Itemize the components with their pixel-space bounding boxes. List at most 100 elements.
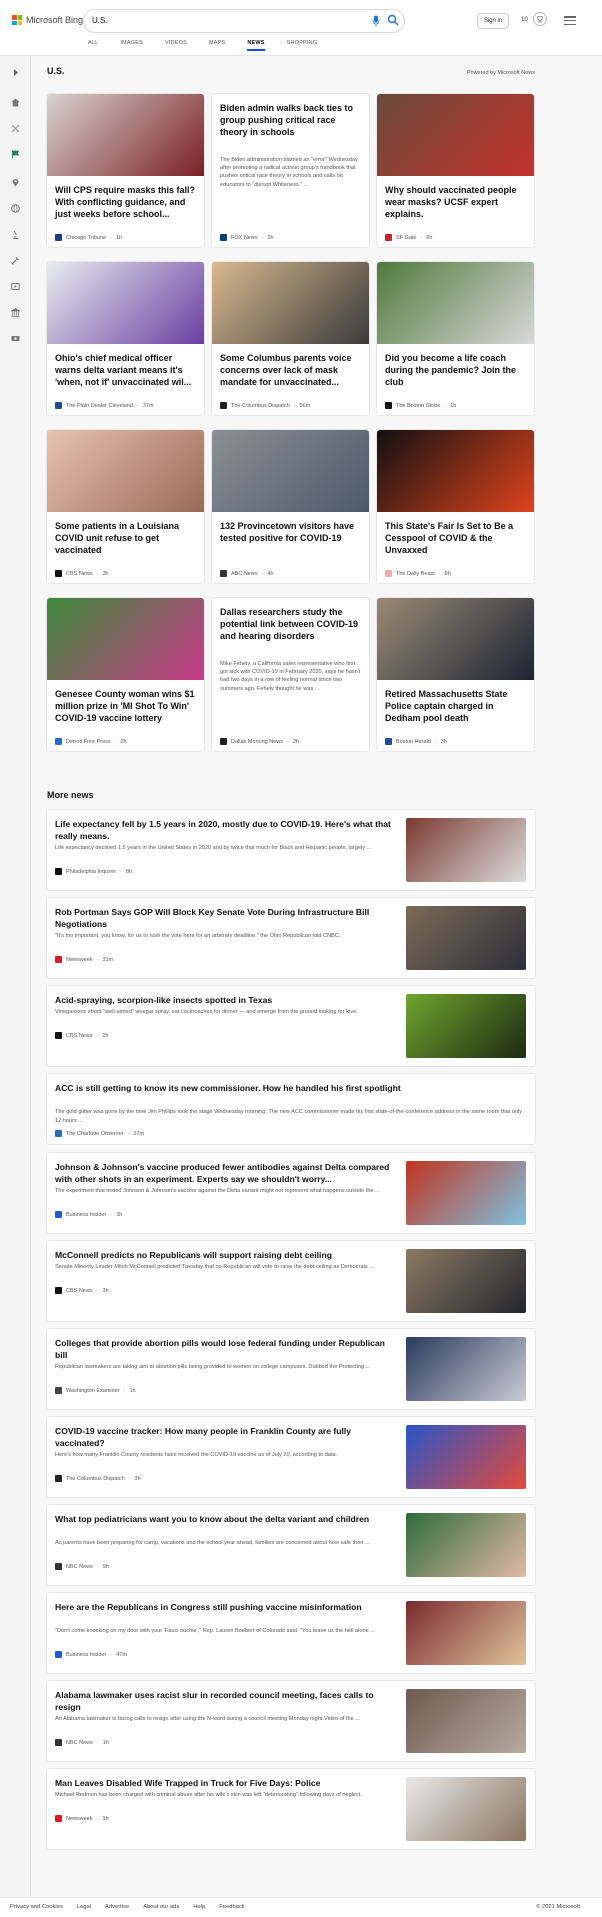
news-item-thumbnail[interactable] — [406, 1425, 526, 1489]
expand-chevron-icon[interactable] — [11, 68, 20, 77]
entertainment-icon[interactable] — [11, 282, 20, 291]
bing-logo[interactable]: Microsoft Bing — [12, 15, 83, 25]
globe-icon[interactable] — [11, 204, 20, 213]
source-name[interactable]: CBS News — [66, 1033, 93, 1039]
news-list-item[interactable]: COVID-19 vaccine tracker: How many peopl… — [47, 1417, 535, 1497]
news-list-item[interactable]: Man Leaves Disabled Wife Trapped in Truc… — [47, 1769, 535, 1849]
powered-by-label[interactable]: Powered by Microsoft News — [467, 70, 535, 76]
news-item-title[interactable]: ACC is still getting to know its new com… — [55, 1082, 525, 1094]
home-icon[interactable] — [11, 98, 20, 107]
footer-link-advertise[interactable]: Advertise — [105, 1904, 129, 1910]
news-list-item[interactable]: Colleges that provide abortion pills wou… — [47, 1329, 535, 1409]
tab-news[interactable]: NEWS — [247, 40, 265, 51]
news-card[interactable]: Did you become a life coach during the p… — [377, 262, 534, 415]
news-card-image[interactable] — [377, 262, 534, 344]
source-name[interactable]: The Boston Globe — [396, 403, 440, 409]
news-item-title[interactable]: Man Leaves Disabled Wife Trapped in Truc… — [55, 1777, 395, 1789]
tab-images[interactable]: IMAGES — [120, 40, 143, 46]
tab-maps[interactable]: MAPS — [209, 40, 225, 46]
source-name[interactable]: The Columbus Dispatch — [66, 1476, 125, 1482]
news-card-title[interactable]: This State's Fair Is Set to Be a Cesspoo… — [385, 520, 527, 556]
news-item-title[interactable]: What top pediatricians want you to know … — [55, 1513, 395, 1525]
news-card-title[interactable]: 132 Provincetown visitors have tested po… — [220, 520, 362, 544]
footer-link-about-ads[interactable]: About our ads — [143, 1904, 179, 1910]
search-box[interactable]: U.S. — [84, 10, 404, 32]
location-pin-icon[interactable] — [11, 178, 20, 187]
sports-icon[interactable] — [11, 256, 20, 265]
news-list-item[interactable]: McConnell predicts no Republicans will s… — [47, 1241, 535, 1321]
news-card-image[interactable] — [47, 430, 204, 512]
flag-icon[interactable] — [11, 150, 20, 159]
news-card-image[interactable] — [377, 430, 534, 512]
news-item-title[interactable]: Colleges that provide abortion pills wou… — [55, 1337, 395, 1361]
source-name[interactable]: Business Insider — [66, 1652, 106, 1658]
news-card[interactable]: Ohio's chief medical officer warns delta… — [47, 262, 204, 415]
news-item-title[interactable]: Rob Portman Says GOP Will Block Key Sena… — [55, 906, 395, 930]
news-card-image[interactable] — [377, 598, 534, 680]
news-card-title[interactable]: Some Columbus parents voice concerns ove… — [220, 352, 362, 388]
source-name[interactable]: Boston Herald — [396, 739, 431, 745]
news-card[interactable]: This State's Fair Is Set to Be a Cesspoo… — [377, 430, 534, 583]
source-name[interactable]: The Daily Beast — [396, 571, 435, 577]
news-item-thumbnail[interactable] — [406, 994, 526, 1058]
source-name[interactable]: NBC News — [66, 1564, 93, 1570]
source-name[interactable]: CBS News — [66, 571, 93, 577]
footer-link-help[interactable]: Help — [193, 1904, 205, 1910]
news-list-item[interactable]: Johnson & Johnson's vaccine produced few… — [47, 1153, 535, 1233]
tab-videos[interactable]: VIDEOS — [165, 40, 187, 46]
news-card-image[interactable] — [377, 94, 534, 176]
source-name[interactable]: SF Gate — [396, 235, 416, 241]
news-item-title[interactable]: Life expectancy fell by 1.5 years in 202… — [55, 818, 395, 842]
news-card[interactable]: Some patients in a Louisiana COVID unit … — [47, 430, 204, 583]
rewards-trophy-icon[interactable] — [533, 12, 547, 26]
source-name[interactable]: The Plain Dealer Cleveland — [66, 403, 133, 409]
news-item-thumbnail[interactable] — [406, 1601, 526, 1665]
news-card-image[interactable] — [212, 430, 369, 512]
source-name[interactable]: Chicago Tribune — [66, 235, 106, 241]
news-item-title[interactable]: Here are the Republicans in Congress sti… — [55, 1601, 395, 1613]
footer-link-privacy[interactable]: Privacy and Cookies — [10, 1904, 63, 1910]
source-name[interactable]: Washington Examiner — [66, 1388, 120, 1394]
microphone-icon[interactable] — [372, 15, 380, 27]
news-list-item[interactable]: Acid-spraying, scorpion-like insects spo… — [47, 986, 535, 1066]
rewards-count[interactable]: 10 — [521, 17, 528, 23]
politics-building-icon[interactable] — [11, 308, 20, 317]
news-card[interactable]: Some Columbus parents voice concerns ove… — [212, 262, 369, 415]
search-input[interactable]: U.S. — [92, 16, 108, 25]
news-item-title[interactable]: Johnson & Johnson's vaccine produced few… — [55, 1161, 395, 1185]
news-item-thumbnail[interactable] — [406, 1249, 526, 1313]
news-card-title[interactable]: Dallas researchers study the potential l… — [220, 606, 362, 642]
source-name[interactable]: Newsweek — [66, 957, 93, 963]
menu-icon[interactable] — [564, 16, 576, 25]
news-list-item[interactable]: Rob Portman Says GOP Will Block Key Sena… — [47, 898, 535, 978]
source-name[interactable]: Philadelphia Inquirer — [66, 869, 116, 875]
news-item-thumbnail[interactable] — [406, 906, 526, 970]
news-card-title[interactable]: Did you become a life coach during the p… — [385, 352, 527, 388]
news-item-thumbnail[interactable] — [406, 1689, 526, 1753]
news-card-image[interactable] — [212, 262, 369, 344]
news-list-item[interactable]: Here are the Republicans in Congress sti… — [47, 1593, 535, 1673]
tab-all[interactable]: ALL — [88, 40, 98, 46]
news-list-item[interactable]: Alabama lawmaker uses racist slur in rec… — [47, 1681, 535, 1761]
search-icon[interactable] — [387, 14, 399, 26]
news-card-title[interactable]: Biden admin walks back ties to group pus… — [220, 102, 362, 138]
source-name[interactable]: CBS News — [66, 1288, 93, 1294]
source-name[interactable]: Dallas Morning News — [231, 739, 283, 745]
news-item-title[interactable]: Alabama lawmaker uses racist slur in rec… — [55, 1689, 395, 1713]
news-list-item[interactable]: ACC is still getting to know its new com… — [47, 1074, 535, 1144]
footer-link-feedback[interactable]: Feedback — [219, 1904, 244, 1910]
news-item-thumbnail[interactable] — [406, 1161, 526, 1225]
sign-in-button[interactable]: Sign in — [477, 13, 509, 29]
compass-icon[interactable] — [11, 124, 20, 133]
news-item-thumbnail[interactable] — [406, 1337, 526, 1401]
news-card-image[interactable] — [47, 262, 204, 344]
news-card[interactable]: 132 Provincetown visitors have tested po… — [212, 430, 369, 583]
news-card-image[interactable] — [47, 94, 204, 176]
news-card-image[interactable] — [47, 598, 204, 680]
news-card-title[interactable]: Some patients in a Louisiana COVID unit … — [55, 520, 197, 556]
source-name[interactable]: Newsweek — [66, 1816, 93, 1822]
news-card[interactable]: Genesee County woman wins $1 million pri… — [47, 598, 204, 751]
news-card-title[interactable]: Will CPS require masks this fall? With c… — [55, 184, 197, 220]
news-card-title[interactable]: Ohio's chief medical officer warns delta… — [55, 352, 197, 388]
news-item-title[interactable]: McConnell predicts no Republicans will s… — [55, 1249, 395, 1261]
